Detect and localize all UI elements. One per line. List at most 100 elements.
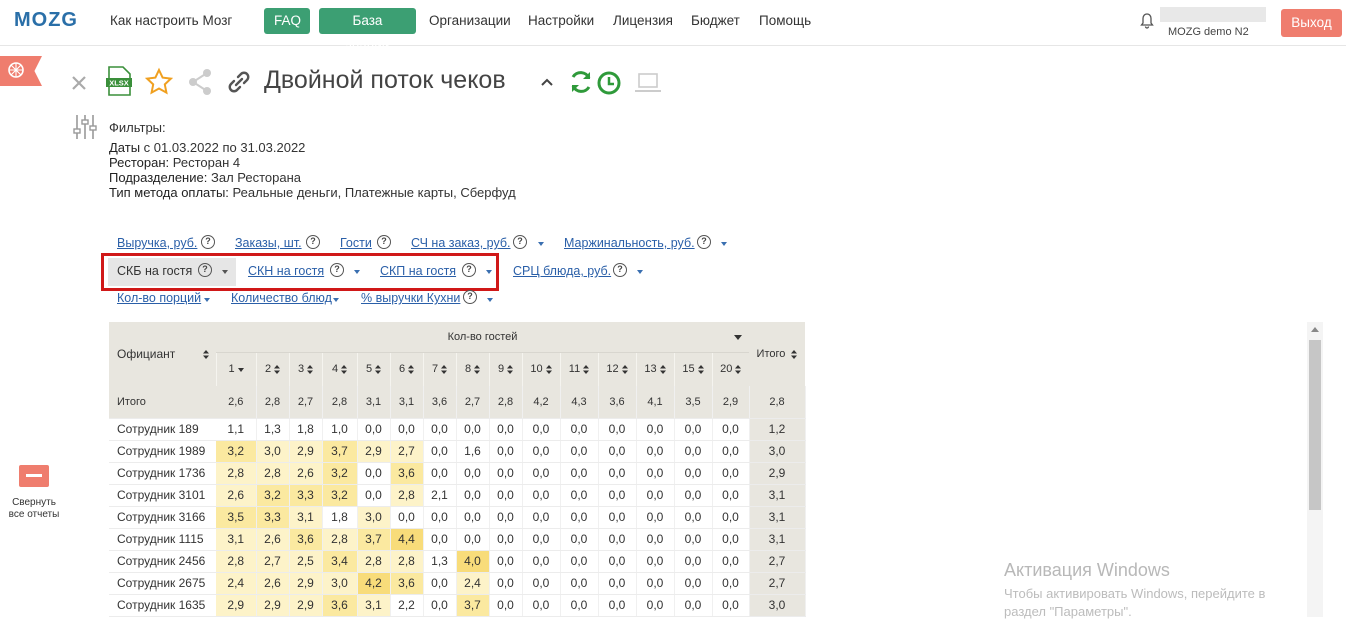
metric-revenue[interactable]: Выручка, руб. [117,236,197,250]
close-icon[interactable] [70,74,88,92]
scrollbar-thumb[interactable] [1309,340,1321,510]
col-guests-8[interactable]: 8 [455,352,489,386]
col-employee-header[interactable]: Официант [109,322,216,386]
metric-orders[interactable]: Заказы, шт. [235,236,302,250]
metric-avg-check[interactable]: СЧ на заказ, руб. [411,236,511,250]
metric-avg-dish-price[interactable]: СРЦ блюда, руб. [513,264,611,278]
help-icon[interactable]: ? [306,235,320,249]
bell-icon[interactable] [1140,13,1154,29]
sort-icon[interactable] [237,365,244,374]
share-icon[interactable] [187,68,213,96]
knowledge-base-button[interactable]: База знаний [319,8,416,54]
scroll-up-icon[interactable] [1311,326,1319,332]
clock-icon[interactable] [596,70,622,96]
metric-dishes-count[interactable]: Количество блюд [231,291,332,305]
sort-icon[interactable] [441,364,448,374]
col-guests-1[interactable]: 1 [215,352,256,386]
sort-icon[interactable] [583,364,590,374]
sort-icon[interactable] [791,349,798,359]
sort-icon[interactable] [659,364,666,374]
row-total-cell: 3,1 [749,506,806,529]
col-guests-12[interactable]: 12 [597,352,636,386]
link-icon[interactable] [225,68,253,96]
col-guests-3[interactable]: 3 [288,352,322,386]
chevron-down-icon[interactable] [333,298,339,302]
value-cell: 2,4 [216,572,257,595]
nav-help[interactable]: Помощь [759,13,811,28]
chevron-down-icon[interactable] [204,298,210,302]
collapse-all-button[interactable] [19,465,49,487]
row-total-cell: 3,0 [749,440,806,463]
sort-icon[interactable] [408,364,415,374]
table-body: Итого 2,6 2,8 2,7 2,8 3,1 3,1 3,6 2,7 2,8 4,2 4,3 3,… [109,386,806,617]
chevron-up-icon[interactable] [540,77,554,87]
help-icon[interactable]: ? [613,263,627,277]
value-cell: 0,0 [598,484,637,507]
employee-name: Сотрудник 2456 [109,550,216,573]
nav-license[interactable]: Лицензия [613,13,673,28]
sort-icon[interactable] [274,364,281,374]
help-icon[interactable]: ? [201,235,215,249]
chevron-down-icon[interactable] [538,242,544,246]
sort-icon[interactable] [697,364,704,374]
metric-margin[interactable]: Маржинальность, руб. [564,236,695,250]
col-total-header[interactable]: Итого [749,322,805,386]
chevron-down-icon[interactable] [487,298,493,302]
logo[interactable]: MOZG [14,9,78,32]
col-guests-5[interactable]: 5 [356,352,390,386]
sort-icon[interactable] [735,364,742,374]
value-cell: 0,0 [489,506,523,529]
laptop-icon[interactable] [634,72,662,94]
col-guests-20[interactable]: 20 [711,352,749,386]
user-avatar-placeholder[interactable] [1160,7,1266,22]
value-cell: 0,0 [636,440,675,463]
metric-kitchen-revenue[interactable]: % выручки Кухни [361,291,460,305]
user-name[interactable]: MOZG demo N2 [1168,26,1249,38]
sort-icon[interactable] [307,364,314,374]
filter-sliders-icon[interactable] [72,113,98,141]
logout-button[interactable]: Выход [1281,9,1342,37]
sort-icon[interactable] [202,350,209,360]
value-cell: 4,0 [456,550,490,573]
sort-icon[interactable] [545,364,552,374]
col-guests-4[interactable]: 4 [321,352,357,386]
col-guests-6[interactable]: 6 [389,352,423,386]
filter-dates: Даты с 01.03.2022 по 31.03.2022 [109,140,306,155]
xlsx-export-icon[interactable]: XLSX [105,66,133,96]
col-guests-2[interactable]: 2 [255,352,289,386]
sort-icon[interactable] [507,364,514,374]
star-icon[interactable] [144,67,174,97]
help-icon[interactable]: ? [377,235,391,249]
sort-icon[interactable] [621,364,628,374]
nav-budget[interactable]: Бюджет [691,13,740,28]
help-icon[interactable]: ? [513,235,527,249]
help-icon[interactable]: ? [463,290,477,304]
value-cell: 0,0 [489,594,523,617]
logo-text: MOZG [14,9,78,31]
col-guests-7[interactable]: 7 [422,352,456,386]
metric-portions[interactable]: Кол-во порций [117,291,201,305]
col-guests-10[interactable]: 10 [521,352,560,386]
col-guests-group-header[interactable]: Кол-во гостей [216,322,749,353]
col-guests-15[interactable]: 15 [673,352,712,386]
nav-settings[interactable]: Настройки [528,13,594,28]
collapse-all-label[interactable]: Свернуть все отчеты [0,497,68,521]
chevron-down-icon[interactable] [734,335,742,340]
chevron-down-icon[interactable] [637,270,643,274]
sort-icon[interactable] [341,364,348,374]
value-cell: 0,0 [674,572,713,595]
nav-organizations[interactable]: Организации [429,13,511,28]
col-guests-11[interactable]: 11 [559,352,598,386]
help-icon[interactable]: ? [697,235,711,249]
metric-guests[interactable]: Гости [340,236,372,250]
col-guests-9[interactable]: 9 [488,352,522,386]
filter-restaurant: Ресторан: Ресторан 4 [109,155,241,170]
col-guests-13[interactable]: 13 [635,352,674,386]
sort-icon[interactable] [474,364,481,374]
faq-button[interactable]: FAQ [264,8,310,34]
refresh-icon[interactable] [568,69,594,95]
chevron-down-icon[interactable] [721,242,727,246]
value-cell: 0,0 [598,550,637,573]
sort-icon[interactable] [375,364,382,374]
nav-how-to-setup[interactable]: Как настроить Мозг [110,13,232,28]
